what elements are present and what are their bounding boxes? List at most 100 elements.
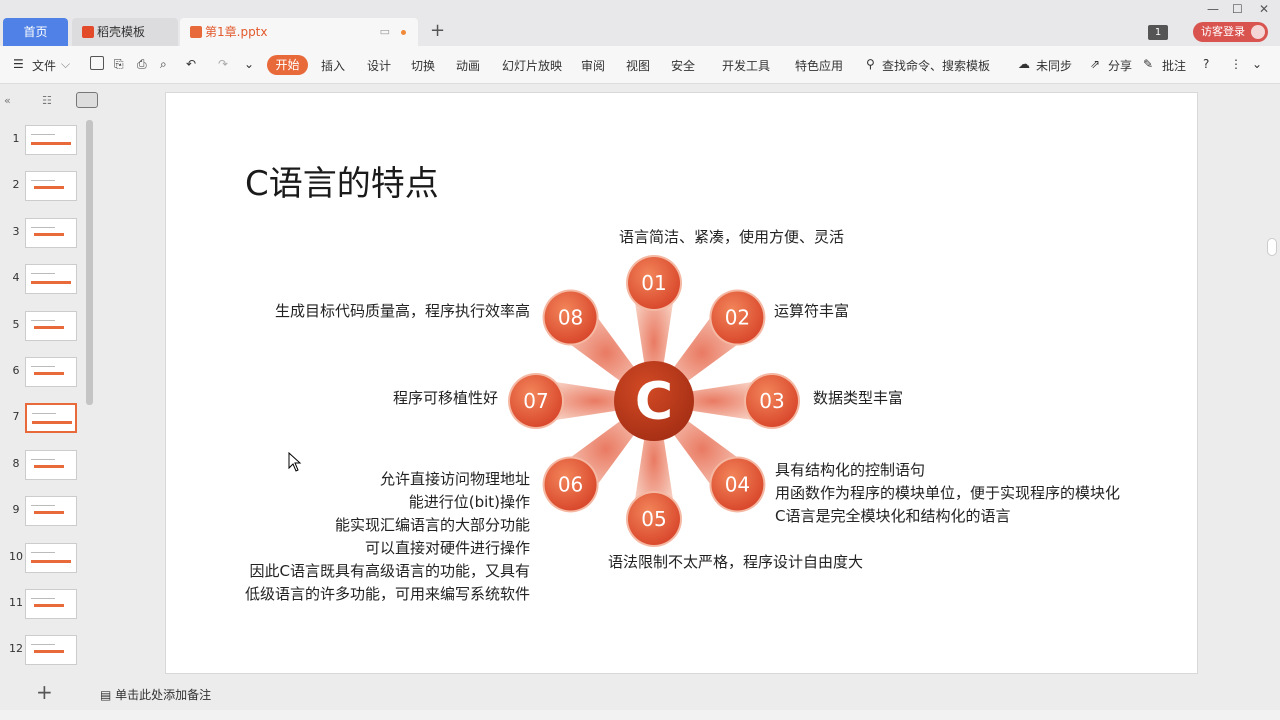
collapse-ribbon-icon[interactable]: ⌄ [1252, 57, 1262, 71]
thumbnail-text-line [31, 505, 55, 507]
sync-status[interactable]: 未同步 [1036, 57, 1072, 74]
feature-03-text[interactable]: 数据类型丰富 [813, 387, 903, 410]
monitor-icon[interactable]: ▭ [380, 18, 390, 46]
maximize-icon[interactable]: ☐ [1232, 2, 1243, 16]
menu-review[interactable]: 审阅 [581, 57, 605, 74]
menu-insert[interactable]: 插入 [321, 57, 345, 74]
thumbnail-accent-bar [34, 511, 64, 515]
feature-06-line-5: 因此C语言既具有高级语言的功能，又具有 [249, 562, 530, 580]
slide-thumbnail[interactable] [25, 217, 77, 248]
thumbnail-text-line [31, 644, 55, 646]
menu-design[interactable]: 设计 [367, 57, 391, 74]
thumbnail-number: 3 [12, 224, 20, 238]
print-icon[interactable]: ⎙ [137, 57, 147, 72]
thumbnail-accent-bar [34, 372, 64, 375]
menu-view[interactable]: 视图 [626, 57, 650, 74]
tab-daoke-template[interactable]: 稻壳模板 [72, 18, 178, 46]
menu-start[interactable]: 开始 [267, 55, 308, 75]
command-search[interactable]: 查找命令、搜索模板 [882, 57, 990, 74]
thumbnail-accent-bar [31, 559, 71, 563]
login-label: 访客登录 [1201, 25, 1245, 38]
visitor-login-button[interactable]: 访客登录 [1193, 22, 1268, 42]
chevron-down-icon[interactable]: ⌵ [61, 57, 70, 72]
tab-document[interactable]: 第1章.pptx ▭ [180, 18, 418, 46]
file-menu[interactable]: 文件 [32, 57, 56, 74]
share-button[interactable]: 分享 [1108, 57, 1132, 74]
menu-slideshow[interactable]: 幻灯片放映 [502, 57, 562, 74]
close-icon[interactable]: ✕ [1259, 2, 1269, 16]
slide-scrollbar[interactable] [1265, 92, 1277, 672]
menu-animation[interactable]: 动画 [456, 57, 480, 74]
help-icon[interactable]: ? [1203, 57, 1209, 71]
thumbnail-accent-bar [31, 142, 71, 145]
notes-placeholder: 单击此处添加备注 [115, 688, 212, 702]
tab-daoke-label: 稻壳模板 [97, 25, 146, 39]
thumbnail-number: 9 [12, 503, 20, 517]
slide-canvas[interactable]: C语言的特点 01 02 03 04 05 06 07 08 C 语言简洁、紧凑，使用方便、灵… [165, 92, 1198, 674]
unsaved-dot-icon [401, 30, 406, 35]
menu-special[interactable]: 特色应用 [795, 57, 843, 74]
slide-thumbnail[interactable] [25, 449, 77, 480]
slide-thumbnail[interactable] [25, 310, 77, 341]
feature-08-text[interactable]: 生成目标代码质量高，程序执行效率高 [275, 300, 530, 323]
collapse-panel-icon[interactable]: « [4, 94, 11, 107]
window-count-badge[interactable]: 1 [1148, 25, 1168, 40]
scroll-knob[interactable] [1267, 238, 1277, 256]
feature-05-text[interactable]: 语法限制不太严格，程序设计自由度大 [608, 551, 863, 574]
minimize-icon[interactable]: — [1207, 2, 1219, 16]
search-icon[interactable]: ⚲ [866, 57, 875, 71]
thumbnail-number: 1 [12, 132, 20, 145]
menu-devtools[interactable]: 开发工具 [722, 57, 770, 74]
feature-07-text[interactable]: 程序可移植性好 [393, 387, 498, 410]
thumbnail-scrollbar[interactable] [86, 120, 93, 405]
slide-thumbnail[interactable] [25, 589, 77, 619]
notes-area[interactable]: ▤ 单击此处添加备注 [100, 686, 211, 703]
thumbnail-text-line [31, 319, 55, 321]
slide-thumbnail[interactable] [25, 125, 77, 155]
slide-thumbnail[interactable] [25, 171, 77, 202]
feature-04-text[interactable]: 具有结构化的控制语句 用函数作为程序的模块单位，便于实现程序的模块化 C语言是完… [775, 459, 1120, 528]
hamburger-icon[interactable]: ☰ [13, 57, 24, 71]
slide-thumbnail[interactable] [25, 357, 77, 387]
comment-icon[interactable]: ✎ [1143, 57, 1153, 71]
print-preview-icon[interactable]: ⌕ [160, 57, 167, 72]
slide-thumbnail[interactable] [25, 635, 77, 666]
pptx-icon [190, 26, 202, 38]
thumbnail-accent-bar [34, 186, 64, 190]
slide-thumbnail[interactable] [25, 542, 77, 573]
tab-bar: 首页 稻壳模板 第1章.pptx ▭ + — ☐ ✕ 1 访客登录 [0, 0, 1280, 46]
new-tab-plus-icon[interactable]: + [430, 20, 445, 41]
tab-home[interactable]: 首页 [3, 18, 68, 46]
slide-thumbnail[interactable] [25, 403, 77, 434]
menu-security[interactable]: 安全 [671, 57, 695, 74]
thumbnail-number: 4 [12, 271, 20, 285]
add-slide-plus-icon[interactable]: + [36, 680, 53, 704]
save-icon[interactable] [90, 56, 104, 70]
feature-02-text[interactable]: 运算符丰富 [774, 300, 849, 323]
comment-button[interactable]: 批注 [1162, 57, 1186, 74]
feature-06-line-4: 可以直接对硬件进行操作 [364, 539, 530, 557]
slides-view-icon[interactable] [76, 92, 98, 108]
more-icon[interactable]: ⋮ [1230, 57, 1242, 71]
node-label-03: 03 [759, 389, 784, 413]
export-icon[interactable]: ⎘ [114, 57, 124, 72]
slide-thumbnail[interactable] [25, 496, 77, 527]
feature-01-text[interactable]: 语言简洁、紧凑，使用方便、灵活 [619, 226, 844, 249]
undo-icon[interactable]: ↶ [186, 57, 196, 71]
node-label-02: 02 [725, 306, 750, 330]
status-bar [0, 710, 1280, 720]
feature-04-line-1: 具有结构化的控制语句 [775, 461, 926, 479]
outline-view-icon[interactable]: ☷ [42, 94, 52, 107]
thumbnail-number: 8 [12, 456, 20, 470]
feature-06-text[interactable]: 允许直接访问物理地址 能进行位(bit)操作 能实现汇编语言的大部分功能 可以直… [245, 468, 530, 606]
thumbnail-text-line [31, 458, 55, 460]
share-icon[interactable]: ⇗ [1090, 57, 1100, 71]
cloud-icon[interactable]: ☁ [1018, 57, 1030, 71]
redo-icon[interactable]: ↷ [218, 57, 228, 71]
slide-thumbnail[interactable] [25, 264, 77, 295]
customize-icon[interactable]: ⌄ [244, 57, 254, 71]
feature-06-line-3: 能实现汇编语言的大部分功能 [334, 516, 530, 534]
menu-transition[interactable]: 切换 [411, 57, 435, 74]
avatar-icon [1251, 25, 1265, 39]
thumbnail-number: 6 [12, 364, 20, 377]
